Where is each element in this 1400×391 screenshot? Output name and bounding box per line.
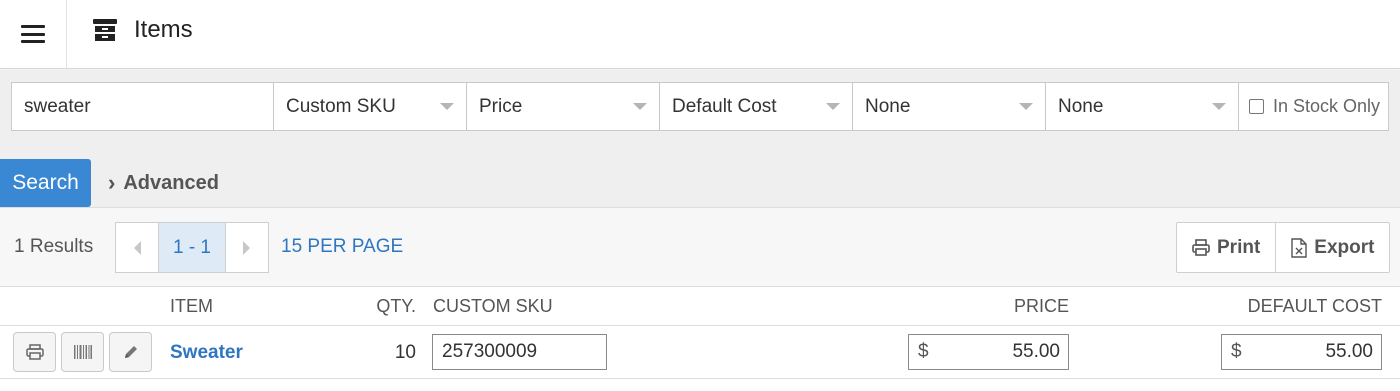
default-cost-value: 55.00 (1325, 341, 1373, 362)
caret-right-icon (243, 240, 250, 255)
print-label: Print (1217, 236, 1261, 258)
filter-panel: Custom SKU Price Default Cost None None … (0, 70, 1400, 207)
export-button[interactable]: Export (1275, 223, 1389, 272)
prev-page-button[interactable] (116, 223, 158, 272)
caret-left-icon (134, 240, 141, 255)
column-header-custom-sku[interactable]: CUSTOM SKU (433, 296, 553, 317)
barcode-button[interactable] (61, 332, 104, 372)
select-value: Price (479, 96, 523, 117)
custom-sku-input[interactable] (432, 334, 607, 370)
search-button[interactable]: Search (0, 159, 91, 207)
top-header: Items (0, 0, 1400, 69)
qty-value: 10 (394, 342, 416, 363)
price-select[interactable]: Price (467, 83, 660, 130)
column-header-qty[interactable]: QTY. (360, 296, 416, 317)
price-value: 55.00 (1012, 341, 1060, 362)
default-cost-input[interactable]: $ 55.00 (1221, 334, 1382, 370)
pencil-icon (124, 346, 137, 358)
excel-file-icon (1291, 237, 1307, 258)
filter-row: Custom SKU Price Default Cost None None … (11, 82, 1389, 131)
item-name-link[interactable]: Sweater (170, 342, 243, 364)
search-input[interactable] (12, 83, 274, 130)
printer-icon (1192, 239, 1210, 256)
caret-down-icon (1212, 103, 1226, 110)
table-header: ITEM QTY. CUSTOM SKU PRICE DEFAULT COST (0, 288, 1400, 326)
advanced-label: Advanced (123, 171, 219, 194)
menu-button[interactable] (0, 0, 67, 68)
per-page-link[interactable]: 15 PER PAGE (281, 236, 403, 258)
column-header-price[interactable]: PRICE (980, 296, 1069, 317)
default-cost-select[interactable]: Default Cost (660, 83, 853, 130)
column-header-item[interactable]: ITEM (170, 296, 213, 317)
currency-symbol: $ (1231, 341, 1242, 362)
checkbox-icon (1249, 99, 1264, 114)
pagination: 1 - 1 (115, 222, 269, 273)
action-buttons: Print Export (1176, 222, 1391, 273)
printer-icon (25, 344, 44, 360)
column-header-default-cost[interactable]: DEFAULT COST (1200, 296, 1382, 317)
next-page-button[interactable] (226, 223, 268, 272)
page-range: 1 - 1 (158, 223, 226, 272)
price-input[interactable]: $ 55.00 (908, 334, 1069, 370)
caret-down-icon (1019, 103, 1033, 110)
export-label: Export (1314, 236, 1375, 258)
caret-down-icon (440, 103, 454, 110)
barcode-icon (73, 345, 92, 359)
print-button[interactable]: Print (1177, 223, 1275, 272)
archive-box-icon (93, 19, 117, 41)
select-value: None (1058, 96, 1104, 117)
currency-symbol: $ (918, 341, 929, 362)
filter-select-5[interactable]: None (1046, 83, 1239, 130)
hamburger-icon (21, 25, 45, 43)
filter-select-4[interactable]: None (853, 83, 1046, 130)
select-value: Custom SKU (286, 96, 396, 117)
select-value: Default Cost (672, 96, 777, 117)
table-row: Sweater 10 $ 55.00 $ 55.00 (0, 326, 1400, 379)
print-label-button[interactable] (13, 332, 56, 372)
caret-down-icon (826, 103, 840, 110)
caret-down-icon (633, 103, 647, 110)
results-count: 1 Results (14, 236, 94, 257)
chevron-right-icon: › (108, 170, 116, 195)
edit-button[interactable] (109, 332, 152, 372)
select-value: None (865, 96, 911, 117)
in-stock-only-checkbox[interactable]: In Stock Only (1239, 83, 1388, 130)
advanced-toggle[interactable]: › Advanced (108, 159, 219, 207)
custom-sku-select[interactable]: Custom SKU (274, 83, 467, 130)
in-stock-label: In Stock Only (1273, 96, 1381, 116)
page-title: Items (134, 16, 193, 43)
results-toolbar: 1 Results 1 - 1 15 PER PAGE Print Export (0, 207, 1400, 287)
